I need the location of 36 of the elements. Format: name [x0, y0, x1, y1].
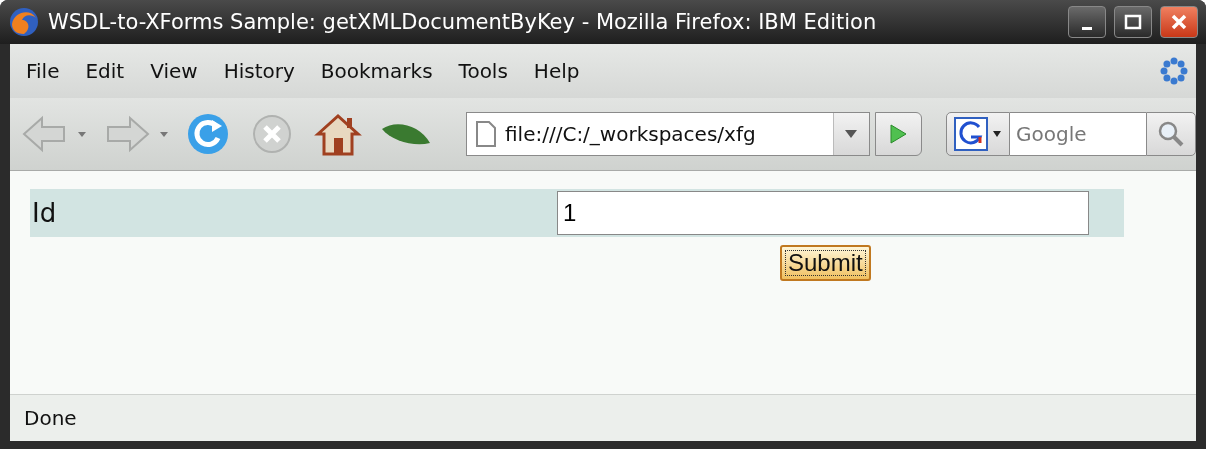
minimize-icon [1082, 26, 1092, 30]
menu-item[interactable]: Tools [448, 59, 524, 83]
search-button[interactable] [1146, 112, 1196, 156]
reload-button[interactable] [186, 112, 230, 156]
throbber-icon [1158, 55, 1190, 87]
close-button[interactable] [1160, 6, 1198, 38]
stop-button[interactable] [250, 112, 294, 156]
dropdown-button[interactable] [832, 113, 869, 155]
menu-item[interactable]: History [213, 59, 311, 83]
menu-item[interactable]: Edit [75, 59, 141, 83]
dropdown-icon[interactable] [76, 130, 88, 138]
search-engine-button[interactable] [946, 112, 1010, 156]
submit-button[interactable]: Submit [780, 245, 871, 281]
menu-item[interactable]: Help [523, 59, 596, 83]
status-text: Done [24, 406, 77, 430]
globe-icon [8, 6, 40, 38]
close-icon [1170, 13, 1188, 31]
id-field[interactable]: 1 [557, 191, 1089, 235]
minimize-button[interactable] [1068, 6, 1106, 38]
menu-item[interactable]: View [140, 59, 214, 83]
maximize-icon [1124, 14, 1142, 30]
window-title: WSDL-to-XForms Sample: getXMLDocumentByKey - Mozilla Firefox: IBM Edition [48, 10, 878, 34]
caret-icon [844, 129, 859, 139]
dropdown-icon[interactable] [158, 130, 170, 138]
caret-icon [992, 130, 1002, 138]
search-field[interactable]: Google [1010, 112, 1146, 156]
maximize-button[interactable] [1114, 6, 1152, 38]
play-icon [888, 123, 909, 145]
go-button[interactable] [874, 112, 922, 156]
search-icon [1157, 120, 1185, 148]
menu-item[interactable]: File [16, 59, 76, 83]
letter-g-icon [954, 117, 988, 151]
field-label: Id [31, 198, 58, 228]
page-icon [475, 120, 497, 148]
menu-item[interactable]: Bookmarks [310, 59, 449, 83]
address-bar[interactable]: file:///C:/_workspaces/xfg [466, 112, 870, 156]
